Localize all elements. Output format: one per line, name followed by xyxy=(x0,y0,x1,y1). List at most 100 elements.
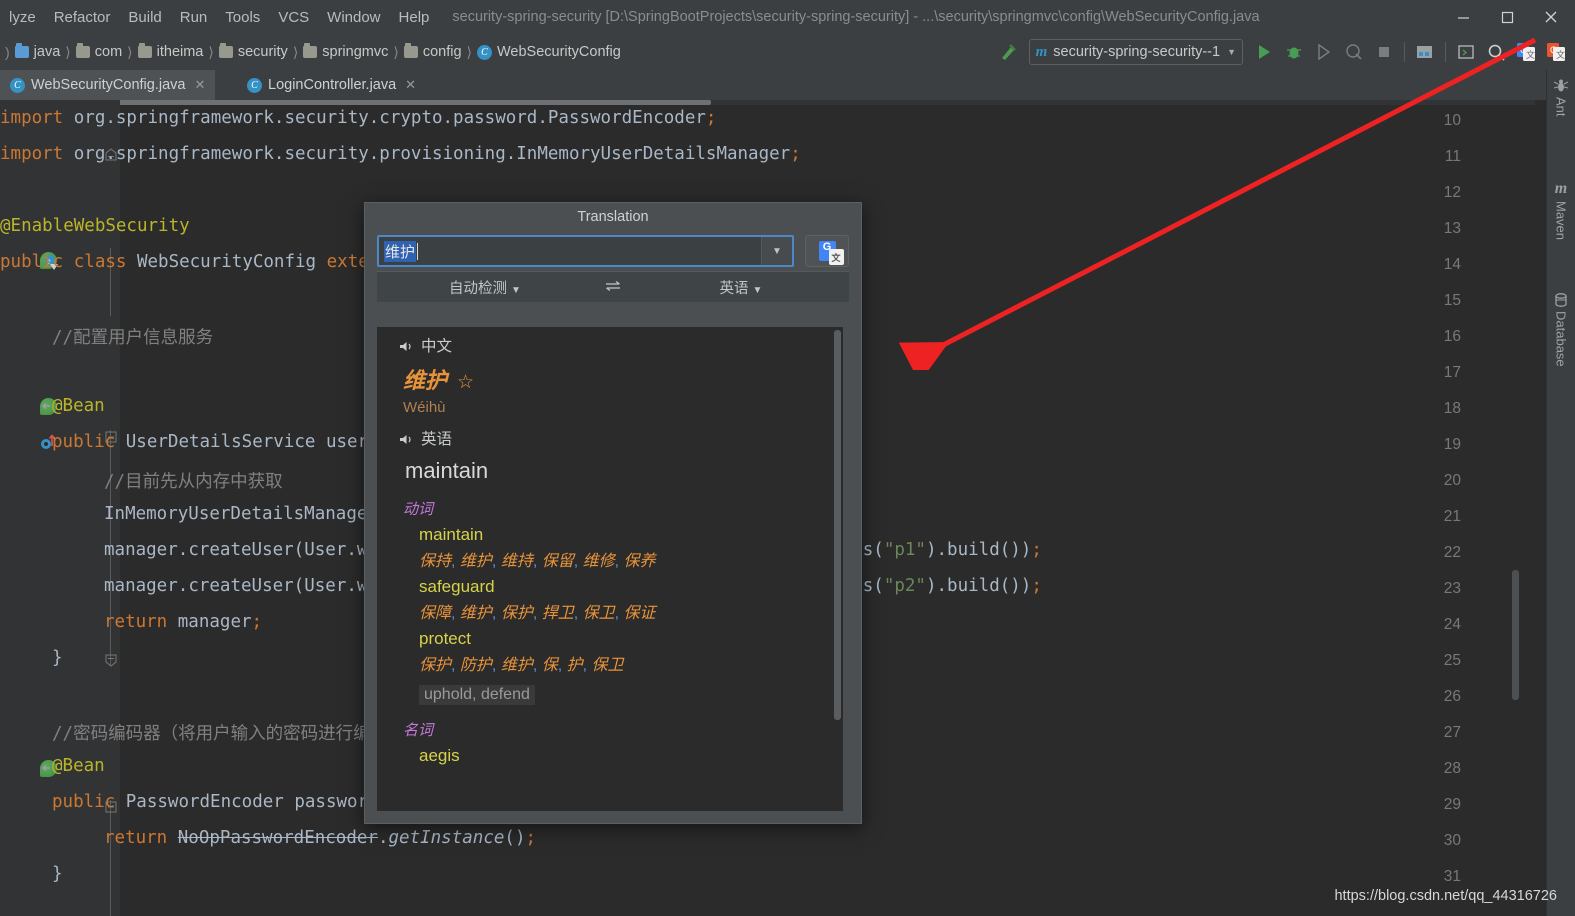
target-language-header: 英语 xyxy=(377,427,843,449)
dictionary-entry[interactable]: maintain 保持, 维护, 维持, 保留, 维修, 保养 xyxy=(377,525,843,571)
breadcrumb-item-config[interactable]: config ⟩ xyxy=(403,43,477,61)
code-line: return manager; xyxy=(104,612,263,632)
line-number: 24 xyxy=(1443,616,1461,633)
chevron-down-icon: ▼ xyxy=(752,284,763,296)
search-everywhere-button[interactable] xyxy=(1482,38,1510,66)
hammer-icon[interactable] xyxy=(994,38,1022,66)
translation-input-value: 维护 xyxy=(384,240,417,262)
dictionary-entry[interactable]: protect 保护, 防护, 维护, 保, 护, 保卫 xyxy=(377,629,843,675)
entry-chinese: 保障, 维护, 保护, 捍卫, 保卫, 保证 xyxy=(419,605,656,622)
stop-button[interactable] xyxy=(1370,38,1398,66)
terminal-button[interactable] xyxy=(1452,38,1480,66)
breadcrumb-label: com xyxy=(94,44,123,60)
run-with-coverage-button[interactable] xyxy=(1310,38,1338,66)
menu-item-window[interactable]: Window xyxy=(318,6,389,29)
target-language-selector[interactable]: 英语 ▼ xyxy=(633,277,849,298)
chevron-down-icon: ▼ xyxy=(1227,47,1236,57)
minimize-button[interactable] xyxy=(1441,0,1485,34)
line-number: 15 xyxy=(1443,292,1461,309)
breadcrumb-label: springmvc xyxy=(322,44,389,60)
chevron-down-icon[interactable]: ▼ xyxy=(761,237,792,265)
speaker-icon[interactable] xyxy=(399,433,414,446)
speaker-icon[interactable] xyxy=(399,340,414,353)
run-button[interactable] xyxy=(1250,38,1278,66)
line-number: 27 xyxy=(1443,724,1461,741)
tool-button-database[interactable]: Database xyxy=(1547,292,1575,367)
code-line: import org.springframework.security.cryp… xyxy=(0,108,717,128)
horizontal-scrollbar[interactable] xyxy=(100,100,711,105)
code-line: } xyxy=(52,864,63,884)
editor-vertical-scrollbar[interactable] xyxy=(1512,570,1519,700)
entry-english: maintain xyxy=(419,525,484,544)
project-structure-button[interactable] xyxy=(1411,38,1439,66)
source-language-name: 中文 xyxy=(421,338,453,355)
google-translate-icon: G文 xyxy=(818,241,844,265)
translation-dialog[interactable]: Translation 维护 ▼ G文 自动检测 ▼ 英语 ▼ 中文 维护 ☆ … xyxy=(364,202,862,824)
maximize-button[interactable] xyxy=(1485,0,1529,34)
close-icon[interactable]: ✕ xyxy=(194,77,205,93)
line-number: 19 xyxy=(1443,436,1461,453)
maven-icon: m xyxy=(1035,43,1048,60)
translated-word: maintain xyxy=(405,458,489,483)
result-scrollbar[interactable] xyxy=(834,330,841,720)
line-number: 17 xyxy=(1443,364,1461,381)
window-controls xyxy=(1441,0,1573,34)
fold-marker[interactable] xyxy=(105,653,117,667)
line-number: 20 xyxy=(1443,472,1461,489)
debug-button[interactable] xyxy=(1280,38,1308,66)
translate-selection-icon[interactable]: G文 xyxy=(1542,38,1570,66)
code-line: import org.springframework.security.prov… xyxy=(0,144,801,164)
dictionary-entry[interactable]: safeguard 保障, 维护, 保护, 捍卫, 保卫, 保证 xyxy=(377,577,843,623)
menu-item-help[interactable]: Help xyxy=(390,6,439,29)
menu-item-build[interactable]: Build xyxy=(119,6,170,29)
star-outline-icon[interactable]: ☆ xyxy=(457,371,474,393)
breadcrumb-item-com[interactable]: com ⟩ xyxy=(75,43,138,61)
breadcrumb-truncated: ) xyxy=(5,44,10,60)
tool-button-ant[interactable]: Ant xyxy=(1547,78,1575,117)
breadcrumb-item-websecurityconfig[interactable]: C WebSecurityConfig xyxy=(477,44,621,60)
tab-websecurityconfig[interactable]: C WebSecurityConfig.java ✕ xyxy=(0,70,216,102)
entry-chinese: 保持, 维护, 维持, 保留, 维修, 保养 xyxy=(419,553,656,570)
menu-item-refactor[interactable]: Refactor xyxy=(45,6,120,29)
code-line: return NoOpPasswordEncoder.getInstance()… xyxy=(104,828,537,848)
menu-item-vcs[interactable]: VCS xyxy=(269,6,318,29)
translation-input[interactable]: 维护 ▼ xyxy=(377,235,794,267)
tool-label: Database xyxy=(1553,311,1569,367)
breadcrumb-item-springmvc[interactable]: springmvc ⟩ xyxy=(303,43,404,61)
line-number: 13 xyxy=(1443,220,1461,237)
run-configuration-selector[interactable]: m security-spring-security--1 ▼ xyxy=(1028,39,1243,65)
google-translate-icon[interactable]: G文 xyxy=(1512,38,1540,66)
breadcrumb-item-java[interactable]: java ⟩ xyxy=(14,43,76,61)
menu-item-analyze[interactable]: lyze xyxy=(0,6,45,29)
profile-button[interactable] xyxy=(1340,38,1368,66)
tab-logincontroller[interactable]: C LoginController.java ✕ xyxy=(237,70,426,100)
close-button[interactable] xyxy=(1529,0,1573,34)
menu-item-run[interactable]: Run xyxy=(171,6,217,29)
breadcrumb-label: WebSecurityConfig xyxy=(497,44,621,60)
google-translate-button[interactable]: G文 xyxy=(805,235,849,267)
pinyin-text: Wéihù xyxy=(403,399,446,416)
translation-result-panel[interactable]: 中文 维护 ☆ Wéihù 英语 maintain 动词 maintain 保持, 维… xyxy=(377,327,843,811)
source-language-selector[interactable]: 自动检测 ▼ xyxy=(377,277,593,298)
database-icon xyxy=(1555,293,1567,307)
part-of-speech-label: 动词 xyxy=(403,501,434,518)
code-line: @Bean xyxy=(52,756,105,776)
editor-tabs: C WebSecurityConfig.java ✕ C LoginContro… xyxy=(0,70,1575,102)
folder-icon xyxy=(403,43,418,58)
source-language-header: 中文 xyxy=(377,334,843,356)
main-toolbar: m security-spring-security--1 ▼ 文 文 xyxy=(993,34,1575,70)
line-number: 22 xyxy=(1443,544,1461,561)
tool-label: Maven xyxy=(1553,201,1569,241)
breadcrumb-label: itheima xyxy=(156,44,204,60)
swap-languages-button[interactable] xyxy=(593,279,633,296)
dictionary-entry[interactable]: aegis xyxy=(377,746,843,766)
breadcrumb-label: security xyxy=(237,44,288,60)
breadcrumb-item-itheima[interactable]: itheima ⟩ xyxy=(137,43,219,61)
tool-button-maven[interactable]: m Maven xyxy=(1547,180,1575,240)
menu-item-tools[interactable]: Tools xyxy=(216,6,269,29)
line-number: 25 xyxy=(1443,652,1461,669)
breadcrumb-item-security[interactable]: security ⟩ xyxy=(218,43,303,61)
run-configuration-label: security-spring-security--1 xyxy=(1053,44,1221,60)
close-icon[interactable]: ✕ xyxy=(405,77,416,93)
line-number: 16 xyxy=(1443,328,1461,345)
